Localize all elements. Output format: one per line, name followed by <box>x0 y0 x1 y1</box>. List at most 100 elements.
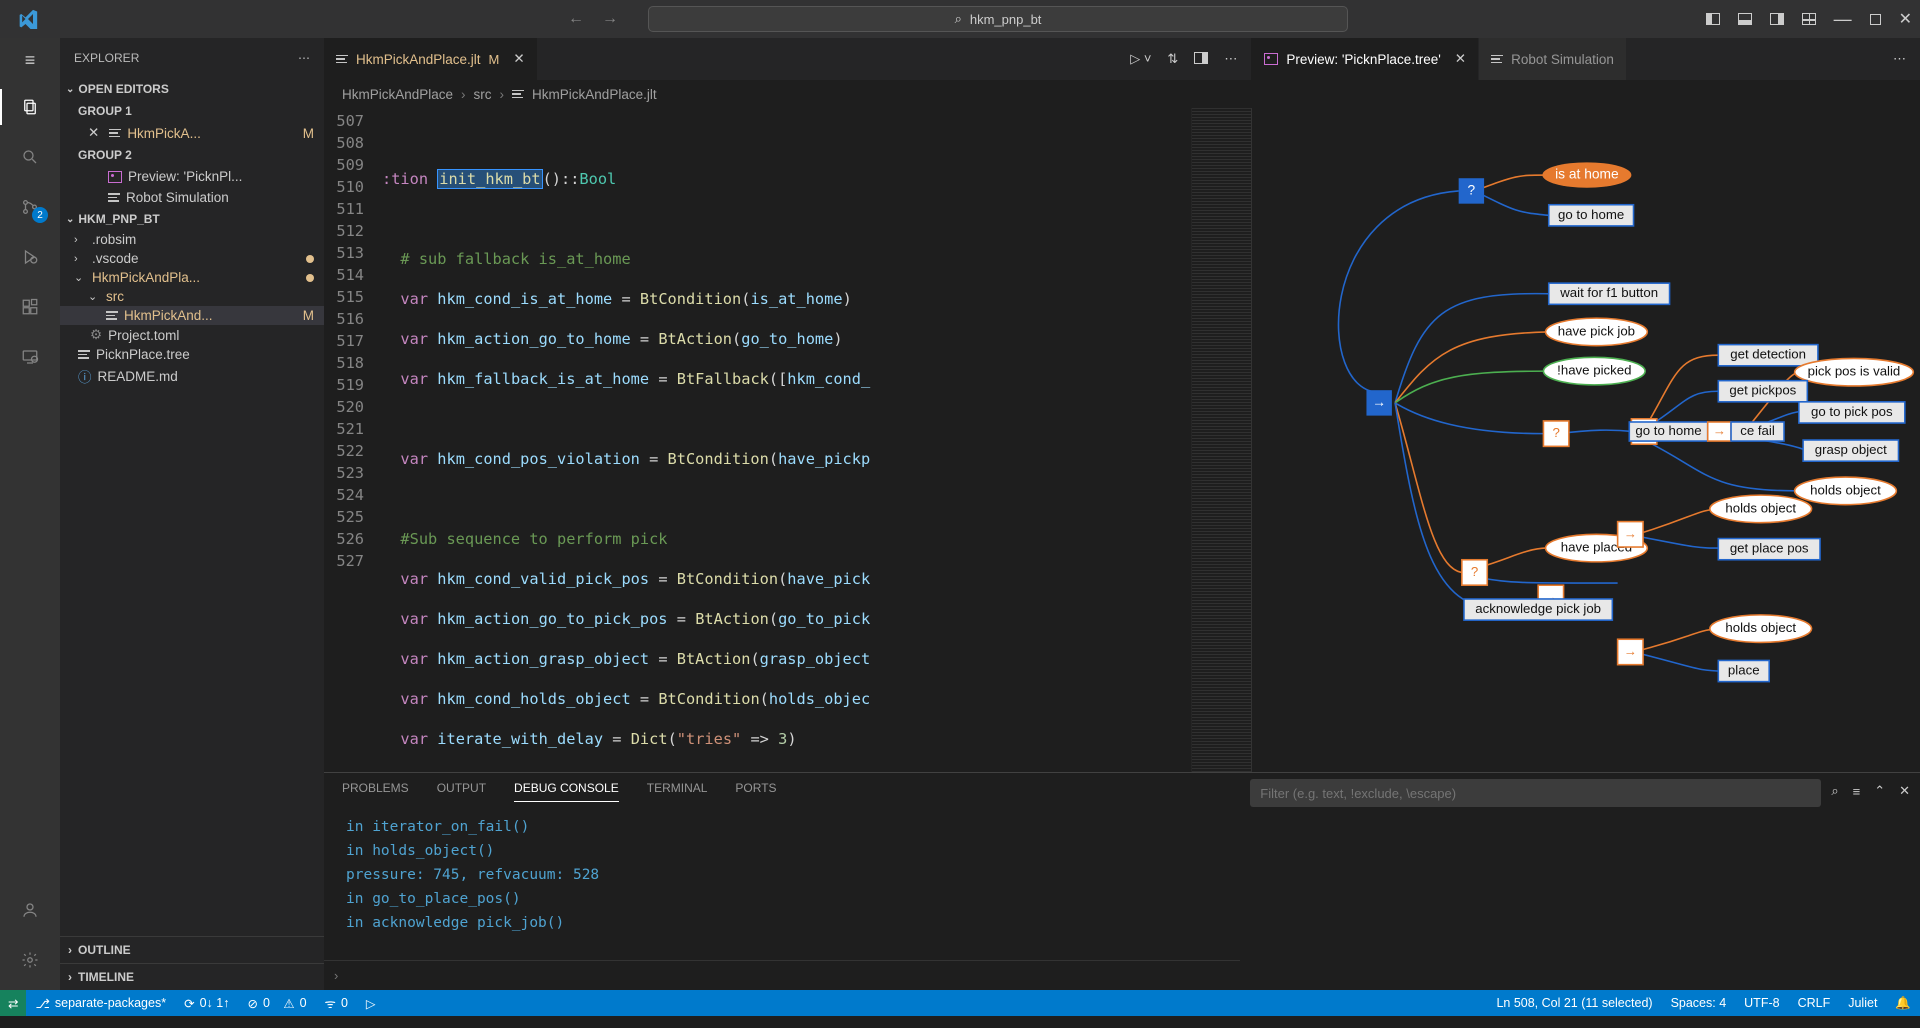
accounts-icon[interactable] <box>16 896 44 924</box>
language-mode[interactable]: Juliet <box>1839 996 1886 1010</box>
code-editor[interactable]: 5075085095105115125135145155165175185195… <box>324 108 1251 772</box>
terminal-tab[interactable]: TERMINAL <box>647 781 708 801</box>
source-control-icon[interactable]: 2 <box>16 193 44 221</box>
notifications-icon[interactable]: 🔔 <box>1886 996 1920 1011</box>
close-icon[interactable]: ✕ <box>88 125 99 141</box>
svg-text:is at home: is at home <box>1555 167 1619 182</box>
tree-file[interactable]: ⓘREADME.md <box>60 364 324 388</box>
toggle-primary-sidebar-icon[interactable] <box>1706 13 1720 25</box>
cursor-position[interactable]: Ln 508, Col 21 (11 selected) <box>1487 996 1661 1010</box>
run-debug-icon[interactable] <box>16 243 44 271</box>
menu-icon[interactable]: ≡ <box>25 50 36 71</box>
editor-tab[interactable]: Robot Simulation <box>1479 38 1627 80</box>
explorer-sidebar: EXPLORER ⋯ ⌄OPEN EDITORS GROUP 1 ✕ HkmPi… <box>60 38 324 990</box>
problems-tab[interactable]: PROBLEMS <box>342 781 409 801</box>
code-content[interactable]: :tion init_hkm_bt()::Bool # sub fallback… <box>382 108 1191 772</box>
open-editors-header[interactable]: ⌄OPEN EDITORS <box>60 78 324 100</box>
tree-folder[interactable]: ⌄HkmPickAndPla... <box>60 268 324 287</box>
svg-text:→: → <box>1373 395 1387 410</box>
close-icon[interactable]: ✕ <box>1899 9 1912 29</box>
tree-file[interactable]: HkmPickAnd...M <box>60 306 324 325</box>
close-icon[interactable]: ✕ <box>513 51 524 67</box>
svg-text:go to home: go to home <box>1558 207 1624 222</box>
editor-tab[interactable]: HkmPickAndPlace.jlt M ✕ <box>324 38 538 80</box>
svg-text:→: → <box>1713 423 1726 438</box>
editor-tab[interactable]: Preview: 'PicknPlace.tree' ✕ <box>1252 38 1479 80</box>
encoding[interactable]: UTF-8 <box>1735 996 1788 1010</box>
tree-folder[interactable]: ›.robsim <box>60 230 324 249</box>
file-icon <box>108 193 120 202</box>
open-editor-item[interactable]: Preview: 'PicknPl... <box>60 166 324 187</box>
search-icon[interactable]: ⌕ <box>1831 783 1838 799</box>
diff-icon[interactable]: ⇅ <box>1167 51 1178 67</box>
open-editor-item[interactable]: ✕ HkmPickA... M <box>60 122 324 144</box>
svg-text:ce fail: ce fail <box>1741 423 1776 438</box>
project-header[interactable]: ⌄HKM_PNP_BT <box>60 208 324 230</box>
tree-folder[interactable]: ›.vscode <box>60 249 324 268</box>
customize-layout-icon[interactable] <box>1802 13 1816 25</box>
remote-explorer-icon[interactable] <box>16 343 44 371</box>
maximize-icon[interactable] <box>1870 14 1881 25</box>
search-activity-icon[interactable] <box>16 143 44 171</box>
ports-status[interactable]: ᯤ0 <box>316 990 357 1016</box>
breadcrumb[interactable]: HkmPickAndPlace› src› HkmPickAndPlace.jl… <box>324 80 1920 108</box>
minimize-icon[interactable]: ― <box>1834 9 1852 30</box>
svg-text:go to pick pos: go to pick pos <box>1811 404 1893 419</box>
collapse-panel-icon[interactable]: ⌃ <box>1874 783 1885 799</box>
timeline-section[interactable]: ›TIMELINE <box>60 963 324 990</box>
problems-status[interactable]: ⊘0 ⚠0 <box>238 990 315 1016</box>
titlebar: ← → ⌕ hkm_pnp_bt ― ✕ <box>0 0 1920 38</box>
chevron-down-icon: ⌄ <box>66 214 74 225</box>
filter-lines-icon[interactable]: ≡ <box>1853 784 1861 799</box>
chevron-right-icon: › <box>68 943 72 957</box>
modified-dot-icon <box>306 255 314 263</box>
git-sync[interactable]: ⟳0↓ 1↑ <box>175 990 238 1016</box>
svg-text:get place pos: get place pos <box>1730 541 1809 556</box>
svg-text:get detection: get detection <box>1731 347 1807 362</box>
debug-status-icon[interactable]: ▷ <box>357 990 385 1016</box>
svg-text:grasp object: grasp object <box>1815 442 1887 457</box>
toggle-panel-icon[interactable] <box>1738 13 1752 25</box>
nav-back-icon[interactable]: ← <box>568 10 584 28</box>
output-tab[interactable]: OUTPUT <box>437 781 486 801</box>
modified-badge: M <box>303 126 314 141</box>
indentation[interactable]: Spaces: 4 <box>1662 996 1736 1010</box>
editor-area: HkmPickAndPlace.jlt M ✕ ▷ ˅ ⇅ ⋯ Preview:… <box>324 38 1920 990</box>
close-panel-icon[interactable]: ✕ <box>1899 783 1910 799</box>
explorer-icon[interactable] <box>16 93 44 121</box>
command-center[interactable]: ⌕ hkm_pnp_bt <box>648 6 1348 32</box>
remote-indicator[interactable]: ⇄ <box>0 990 26 1016</box>
file-icon <box>512 90 524 99</box>
toggle-secondary-sidebar-icon[interactable] <box>1770 13 1784 25</box>
debug-console-input[interactable]: › <box>324 960 1240 990</box>
more-icon[interactable]: ⋯ <box>1224 51 1237 67</box>
ports-tab[interactable]: PORTS <box>735 781 776 801</box>
preview-panel[interactable]: → ? is at home go to home wait for f1 bu… <box>1251 108 1920 772</box>
error-icon: ⊘ <box>247 996 257 1011</box>
search-icon: ⌕ <box>955 11 962 27</box>
chevron-right-icon: › <box>68 970 72 984</box>
close-icon[interactable]: ✕ <box>1455 51 1466 67</box>
tree-file[interactable]: PicknPlace.tree <box>60 345 324 364</box>
git-branch[interactable]: ⎇separate-packages* <box>26 990 175 1016</box>
more-icon[interactable]: ⋯ <box>1893 51 1906 67</box>
explorer-more-icon[interactable]: ⋯ <box>298 51 310 65</box>
branch-icon: ⎇ <box>35 996 49 1011</box>
split-editor-icon[interactable] <box>1194 52 1208 67</box>
file-icon <box>336 55 348 64</box>
group1-label: GROUP 1 <box>60 100 324 122</box>
settings-gear-icon[interactable] <box>16 946 44 974</box>
run-icon[interactable]: ▷ ˅ <box>1130 51 1151 67</box>
outline-section[interactable]: ›OUTLINE <box>60 936 324 963</box>
tree-file[interactable]: ⚙Project.toml <box>60 325 324 345</box>
tree-folder[interactable]: ⌄src <box>60 287 324 306</box>
filter-input[interactable] <box>1250 779 1821 807</box>
debug-console-tab[interactable]: DEBUG CONSOLE <box>514 781 619 802</box>
debug-console-output[interactable]: in iterator_on_fail() in holds_object() … <box>324 809 1240 960</box>
nav-forward-icon[interactable]: → <box>602 10 618 28</box>
extensions-icon[interactable] <box>16 293 44 321</box>
minimap[interactable] <box>1191 108 1251 772</box>
eol[interactable]: CRLF <box>1789 996 1840 1010</box>
open-editor-item[interactable]: Robot Simulation <box>60 187 324 208</box>
warning-icon: ⚠ <box>283 996 294 1011</box>
